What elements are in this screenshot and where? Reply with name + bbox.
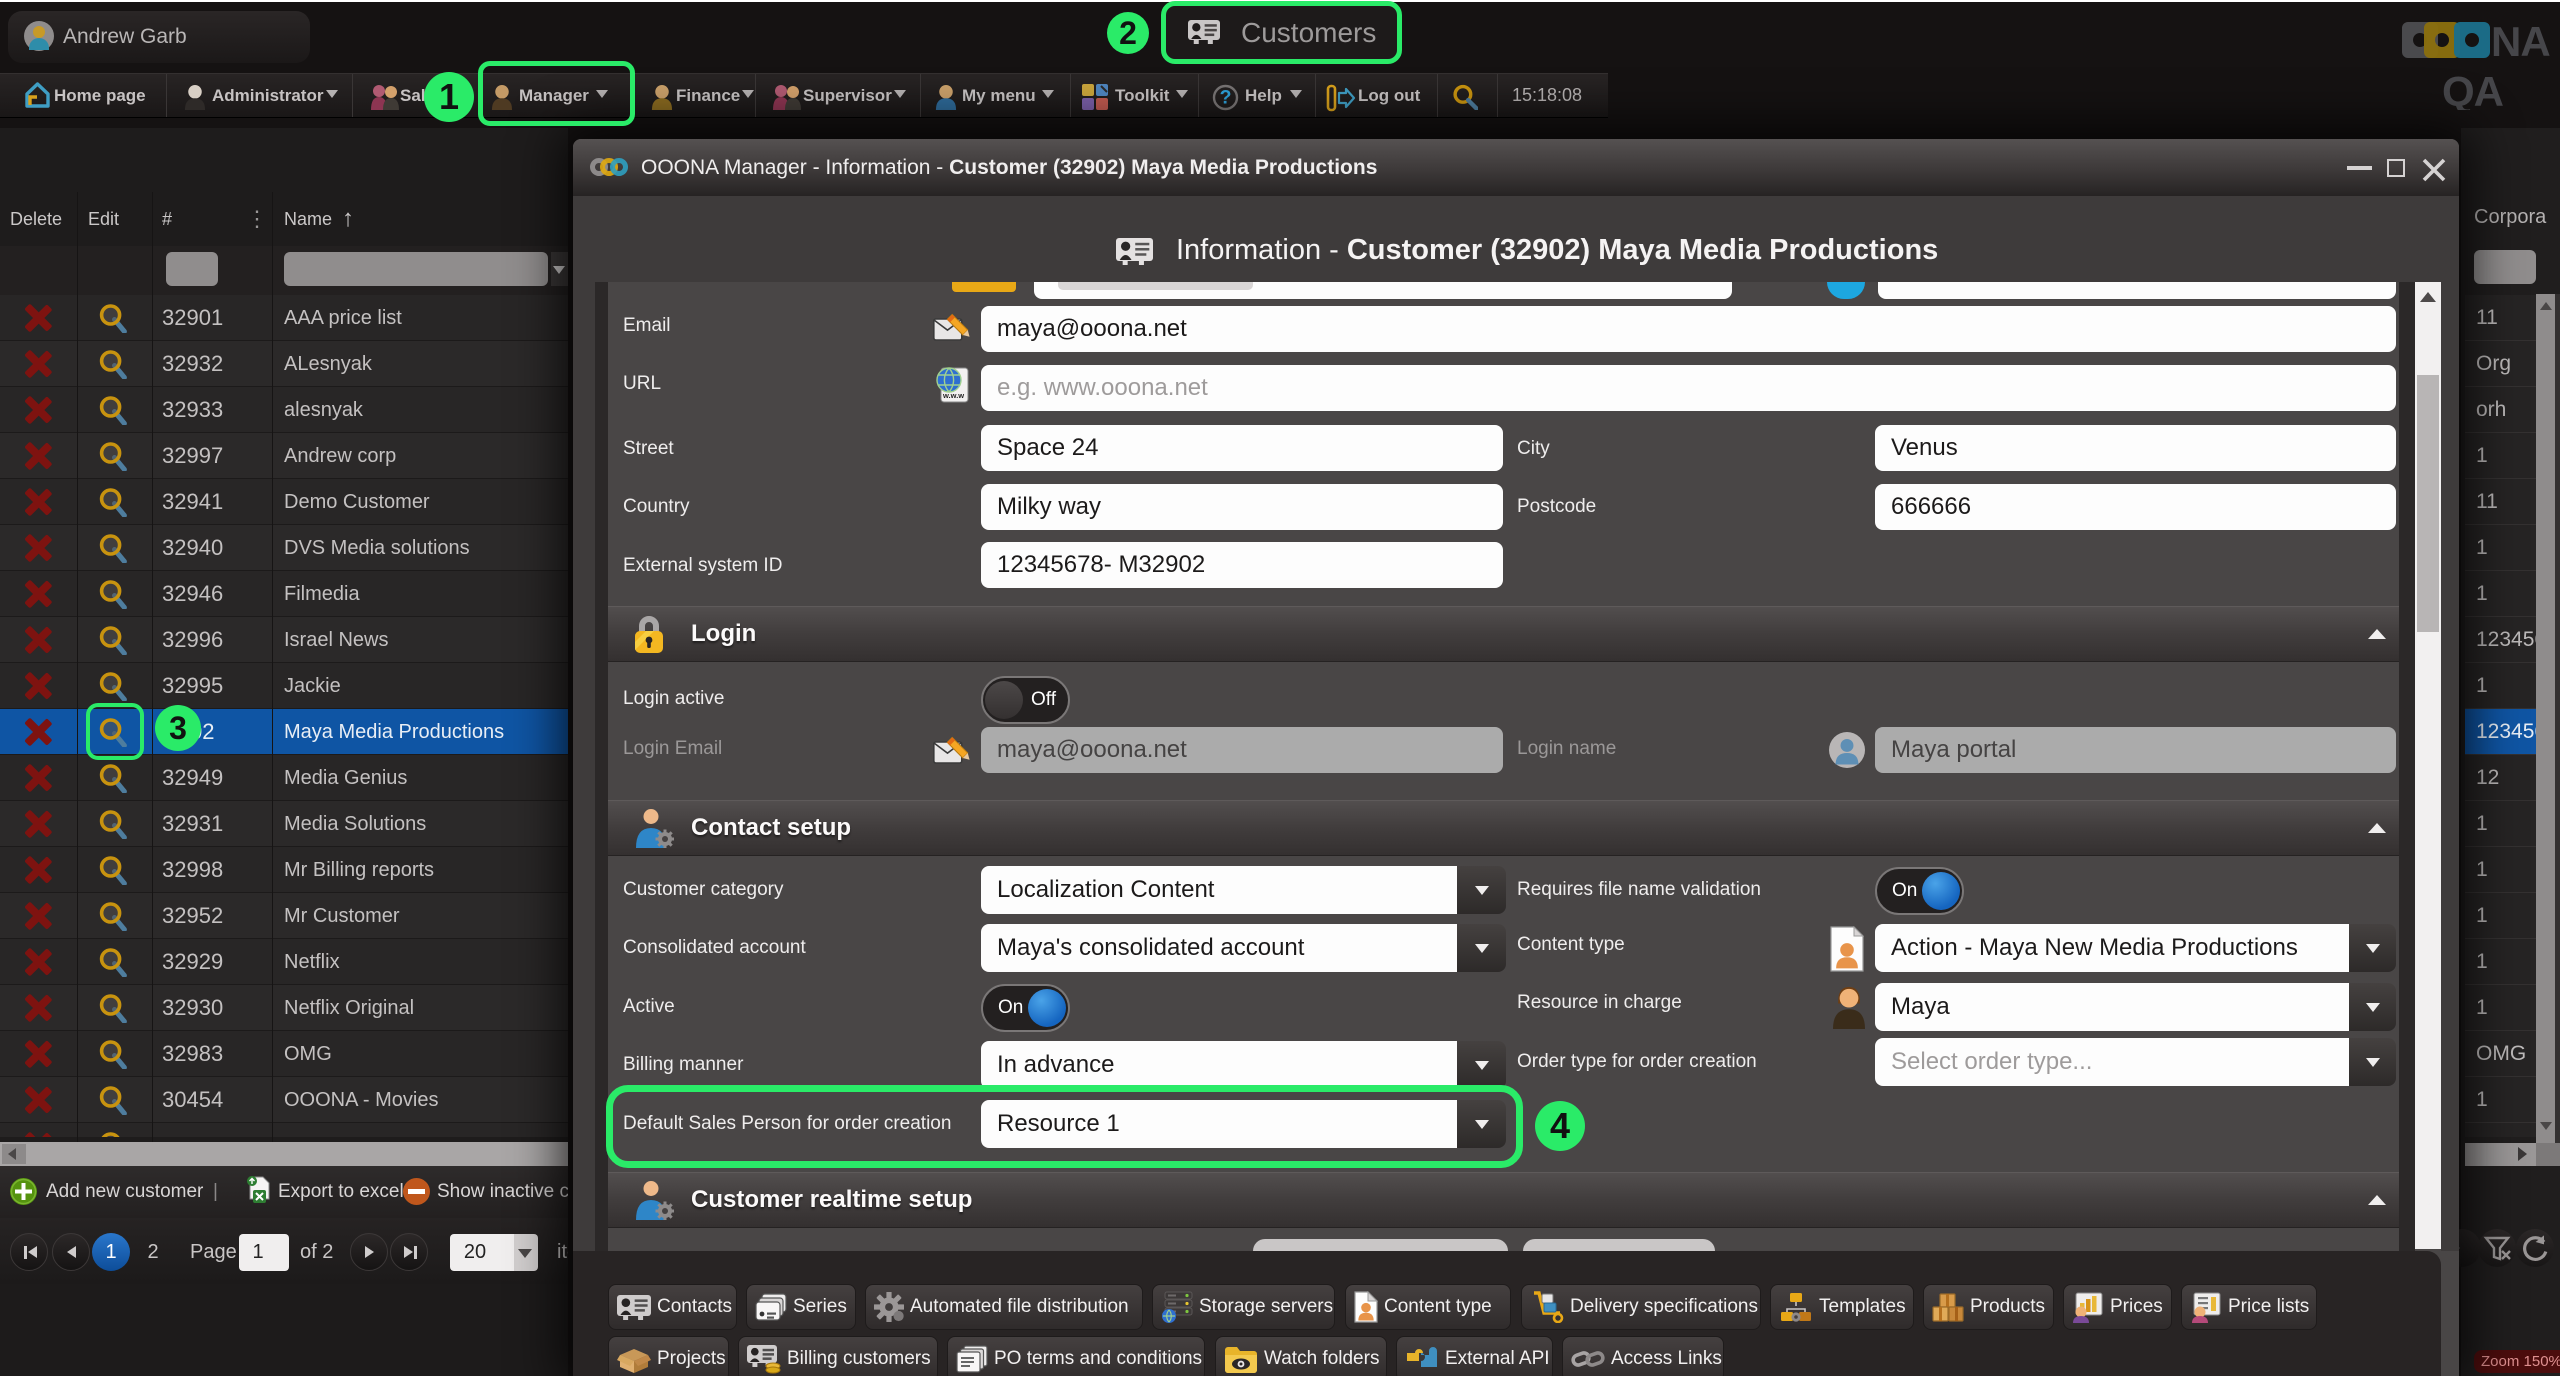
svg-text:NA: NA — [2491, 22, 2550, 65]
svg-text:w.w.w: w.w.w — [942, 391, 964, 400]
svg-text:?: ? — [1220, 86, 1232, 108]
svg-text:QA: QA — [2442, 68, 2504, 110]
